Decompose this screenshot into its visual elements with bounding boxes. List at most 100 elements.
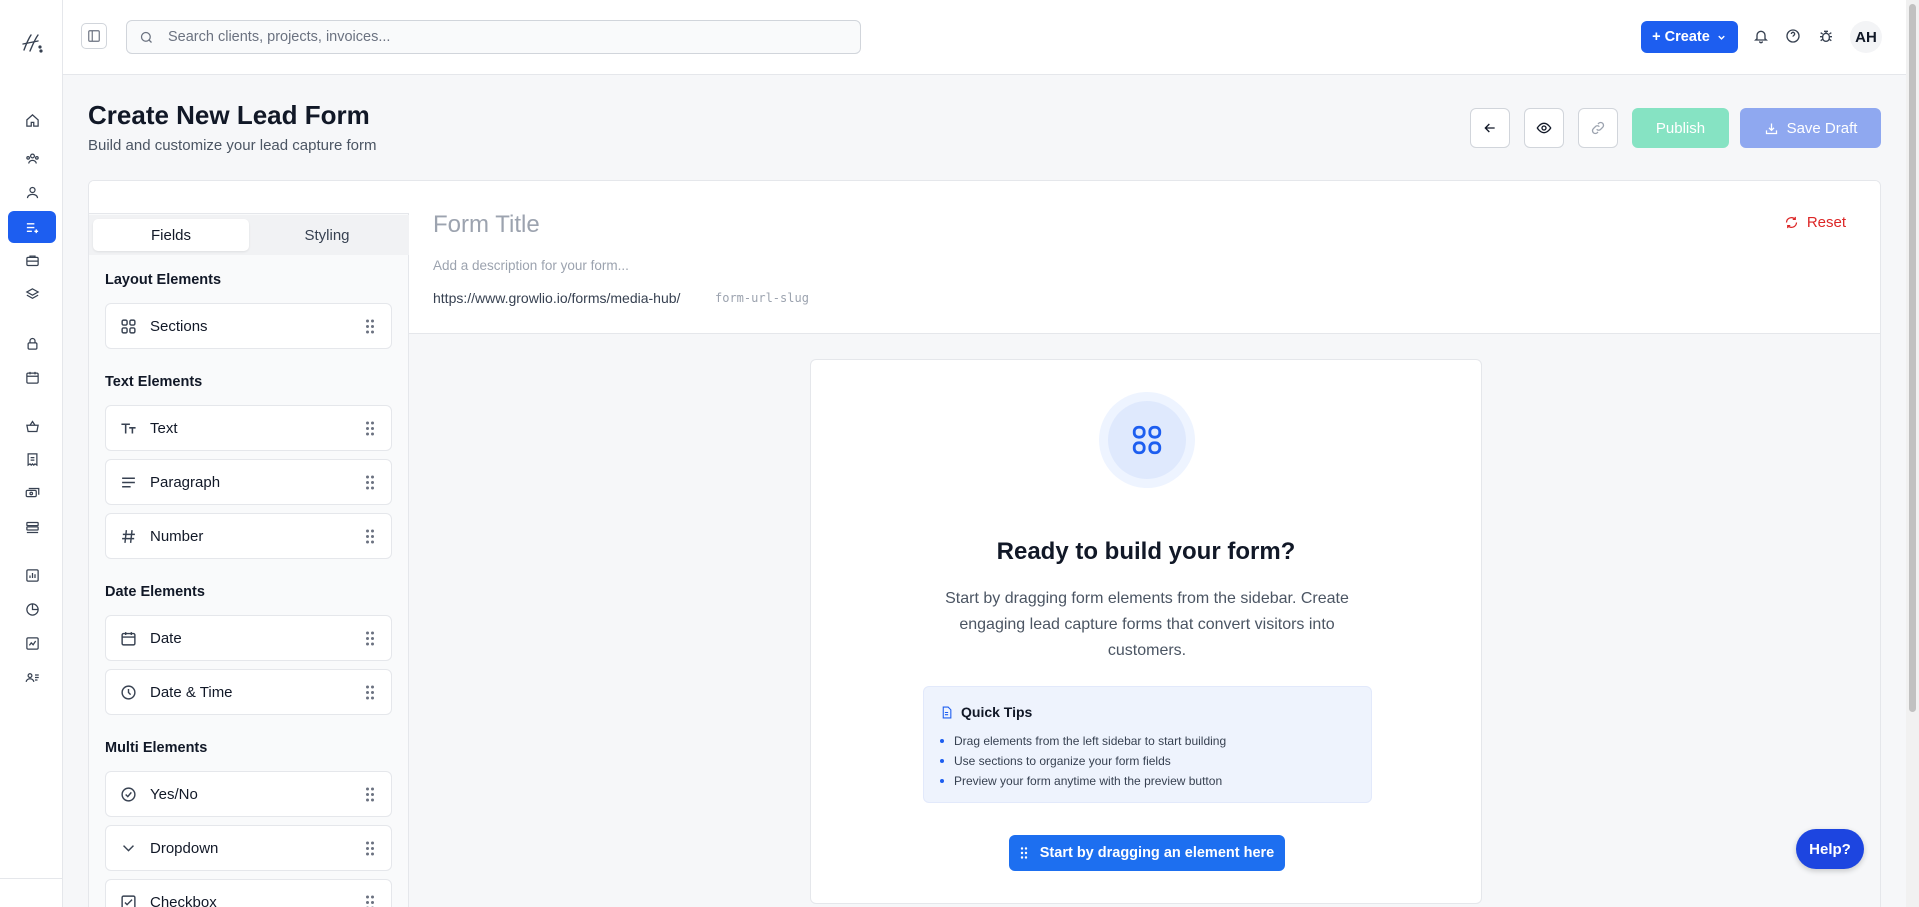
reset-label: Reset [1806, 214, 1846, 231]
field-item-dropdown[interactable]: Dropdown [105, 825, 392, 871]
avatar[interactable]: AH [1850, 21, 1882, 53]
form-canvas: Form Title Add a description for your fo… [409, 181, 1880, 907]
create-button[interactable]: + Create [1641, 21, 1738, 53]
help-circle-icon[interactable] [1784, 27, 1802, 45]
start-dragging-label: Start by dragging an element here [1039, 845, 1275, 861]
nav-briefcase-icon[interactable] [8, 244, 56, 276]
tab-styling[interactable]: Styling [249, 219, 405, 251]
sidebar-top-strip [89, 181, 409, 214]
page-title: Create New Lead Form [88, 100, 370, 130]
drag-handle-icon[interactable] [365, 631, 375, 646]
form-title-input[interactable]: Form Title [433, 211, 540, 239]
field-item-label: Dropdown [150, 839, 219, 857]
form-builder: Fields Styling Layout Elements Sections … [88, 180, 1881, 907]
nav-money-icon[interactable] [8, 477, 56, 509]
calendar-icon [119, 629, 137, 647]
text-type-icon [119, 419, 137, 437]
nav-receipt-icon[interactable] [8, 443, 56, 475]
grid-icon [119, 317, 137, 335]
link-icon [1591, 121, 1605, 135]
nav-report-icon[interactable] [8, 627, 56, 659]
help-label: Help? [1809, 840, 1851, 858]
chevron-down-icon [119, 839, 137, 857]
drag-handle-icon[interactable] [365, 475, 375, 490]
field-item-paragraph[interactable]: Paragraph [105, 459, 392, 505]
reset-button[interactable]: Reset [1784, 214, 1846, 231]
form-url-slug-input[interactable]: form-url-slug [715, 291, 809, 305]
nav-home-icon[interactable] [8, 104, 56, 136]
field-item-label: Checkbox [150, 893, 217, 907]
nav-layers-icon[interactable] [8, 278, 56, 310]
drag-handle-icon[interactable] [365, 685, 375, 700]
sidebar-toggle-button[interactable] [81, 23, 107, 49]
empty-state-text: Start by dragging form elements from the… [945, 590, 1349, 659]
bug-icon[interactable] [1817, 27, 1835, 45]
field-item-label: Number [150, 527, 204, 545]
field-item-sections[interactable]: Sections [105, 303, 392, 349]
nav-calendar-icon[interactable] [8, 361, 56, 393]
save-draft-button[interactable]: Save Draft [1740, 108, 1881, 148]
copy-link-button[interactable] [1578, 108, 1618, 148]
tab-fields[interactable]: Fields [93, 219, 249, 251]
nav-user-icon[interactable] [8, 176, 56, 208]
field-item-checkbox[interactable]: Checkbox [105, 879, 392, 907]
field-item-label: Paragraph [150, 473, 221, 491]
document-icon [942, 706, 952, 718]
form-description-input[interactable]: Add a description for your form... [433, 258, 629, 273]
left-rail [0, 0, 63, 907]
field-item-date[interactable]: Date [105, 615, 392, 661]
field-item-number[interactable]: Number [105, 513, 392, 559]
download-icon [1765, 123, 1777, 134]
field-item-text[interactable]: Text [105, 405, 392, 451]
clock-icon [119, 683, 137, 701]
nav-lock-icon[interactable] [8, 327, 56, 359]
scrollbar-thumb[interactable] [1909, 4, 1916, 712]
quick-tips-title: Quick Tips [961, 704, 1033, 720]
check-circle-icon [119, 785, 137, 803]
page-subtitle: Build and customize your lead capture fo… [88, 137, 377, 154]
elements-sidebar: Fields Styling Layout Elements Sections … [89, 181, 409, 907]
nav-contacts-icon[interactable] [8, 661, 56, 693]
drag-handle-icon[interactable] [365, 529, 375, 544]
bell-icon[interactable] [1752, 27, 1770, 45]
drag-handle-icon[interactable] [365, 841, 375, 856]
nav-stack-icon[interactable] [8, 511, 56, 543]
chevron-down-icon [1718, 35, 1725, 40]
field-item-label: Date & Time [150, 683, 233, 701]
drag-handle-icon[interactable] [365, 895, 375, 907]
group-title-date: Date Elements [105, 584, 205, 600]
start-dragging-button[interactable]: Start by dragging an element here [1009, 835, 1285, 871]
field-item-label: Sections [150, 317, 208, 335]
search-icon [140, 31, 152, 43]
quick-tips-list: Drag elements from the left sidebar to s… [940, 731, 1226, 791]
nav-team-icon[interactable] [8, 142, 56, 174]
nav-basket-icon[interactable] [8, 410, 56, 442]
empty-state-heading: Ready to build your form? [996, 538, 1296, 565]
publish-button[interactable]: Publish [1632, 108, 1729, 148]
list-item: Drag elements from the left sidebar to s… [940, 731, 1226, 751]
drag-handle-icon[interactable] [365, 787, 375, 802]
search-input[interactable] [168, 29, 808, 45]
help-button[interactable]: Help? [1796, 829, 1864, 869]
grid-icon [1132, 425, 1162, 455]
form-header: Form Title Add a description for your fo… [409, 181, 1880, 334]
form-url-base: https://www.growlio.io/forms/media-hub/ [433, 290, 681, 306]
field-item-date-time[interactable]: Date & Time [105, 669, 392, 715]
group-title-text: Text Elements [105, 374, 203, 390]
create-button-label: + Create [1652, 29, 1710, 45]
page-scrollbar[interactable] [1906, 0, 1919, 907]
field-item-yes-no[interactable]: Yes/No [105, 771, 392, 817]
search-bar[interactable] [126, 20, 861, 54]
arrow-left-icon [1484, 123, 1495, 133]
nav-lead-forms-icon[interactable] [8, 211, 56, 243]
drag-handle-icon[interactable] [365, 421, 375, 436]
drag-handle-icon[interactable] [365, 319, 375, 334]
back-button[interactable] [1470, 108, 1510, 148]
app-logo[interactable] [19, 30, 45, 56]
field-item-label: Date [150, 629, 182, 647]
nav-pie-chart-icon[interactable] [8, 593, 56, 625]
group-title-layout: Layout Elements [105, 272, 222, 288]
nav-chart-icon[interactable] [8, 559, 56, 591]
save-draft-label: Save Draft [1786, 119, 1858, 137]
preview-button[interactable] [1524, 108, 1564, 148]
